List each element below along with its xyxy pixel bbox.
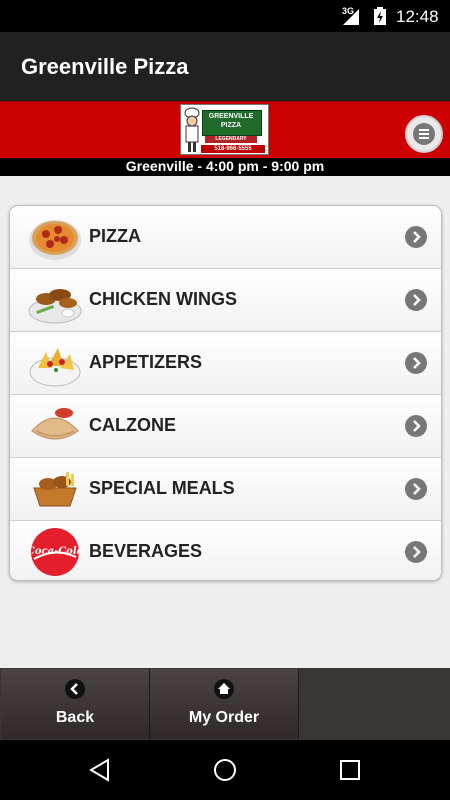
svg-text:Coca-Cola: Coca-Cola: [28, 546, 82, 557]
menu-item-beverages[interactable]: Coca-Cola BEVERAGES: [10, 521, 441, 580]
menu-category-list: PIZZA CHICKEN WINGS APPETIZERS CALZONE S…: [9, 205, 442, 581]
home-icon: [214, 679, 234, 699]
calzone-icon: [31, 408, 79, 440]
logo-banner: LEGENDARY: [205, 136, 257, 143]
chevron-right-icon: [405, 226, 427, 248]
clock: 12:48: [396, 7, 439, 26]
pizza-icon: [29, 220, 81, 260]
battery-charging-icon: [374, 7, 386, 25]
menu-item-label: CALZONE: [89, 415, 176, 435]
recents-nav-icon[interactable]: [339, 759, 361, 781]
hours-banner: Greenville - 4:00 pm - 9:00 pm: [0, 158, 450, 176]
chevron-right-icon: [405, 352, 427, 374]
logo-phone: 518-966-5555: [201, 145, 265, 153]
menu-item-pizza[interactable]: PIZZA: [10, 206, 441, 269]
my-order-button[interactable]: My Order: [150, 669, 299, 739]
app-bar: Greenville Pizza: [0, 32, 450, 101]
special-meals-icon: [33, 472, 77, 507]
logo-name: GREENVILLE PIZZA: [208, 113, 254, 129]
chevron-right-icon: [405, 478, 427, 500]
back-label: Back: [55, 709, 95, 726]
coca-cola-icon: Coca-Cola: [28, 528, 82, 576]
appetizers-icon: [29, 348, 81, 387]
hamburger-icon: [413, 123, 435, 145]
menu-item-calzone[interactable]: CALZONE: [10, 395, 441, 458]
menu-item-appetizers[interactable]: APPETIZERS: [10, 332, 441, 395]
menu-item-special-meals[interactable]: SPECIAL MEALS: [10, 458, 441, 521]
menu-item-label: BEVERAGES: [89, 541, 203, 561]
menu-item-label: SPECIAL MEALS: [89, 478, 235, 498]
hamburger-menu-button[interactable]: [405, 115, 443, 153]
my-order-label: My Order: [188, 709, 260, 726]
chevron-right-icon: [405, 289, 427, 311]
chicken-wings-icon: [28, 289, 82, 324]
menu-item-label: CHICKEN WINGS: [89, 289, 237, 309]
signal-icon: [343, 9, 359, 25]
back-icon: [65, 679, 85, 699]
system-nav-bar: [0, 740, 450, 800]
bottom-nav: Back My Order: [0, 668, 450, 740]
back-nav-icon[interactable]: [88, 758, 112, 782]
chevron-right-icon: [405, 541, 427, 563]
menu-item-label: APPETIZERS: [89, 352, 203, 372]
menu-item-label: PIZZA: [89, 226, 141, 246]
back-button[interactable]: Back: [1, 669, 150, 739]
home-nav-icon[interactable]: [213, 758, 237, 782]
chef-icon: [184, 107, 200, 152]
brand-header: GREENVILLE PIZZA LEGENDARY 518-966-5555: [0, 101, 450, 160]
status-bar: 3G 12:48: [0, 0, 450, 32]
app-title: Greenville Pizza: [21, 54, 189, 79]
menu-item-chicken-wings[interactable]: CHICKEN WINGS: [10, 269, 441, 332]
chevron-right-icon: [405, 415, 427, 437]
restaurant-logo: GREENVILLE PIZZA LEGENDARY 518-966-5555: [180, 104, 269, 155]
